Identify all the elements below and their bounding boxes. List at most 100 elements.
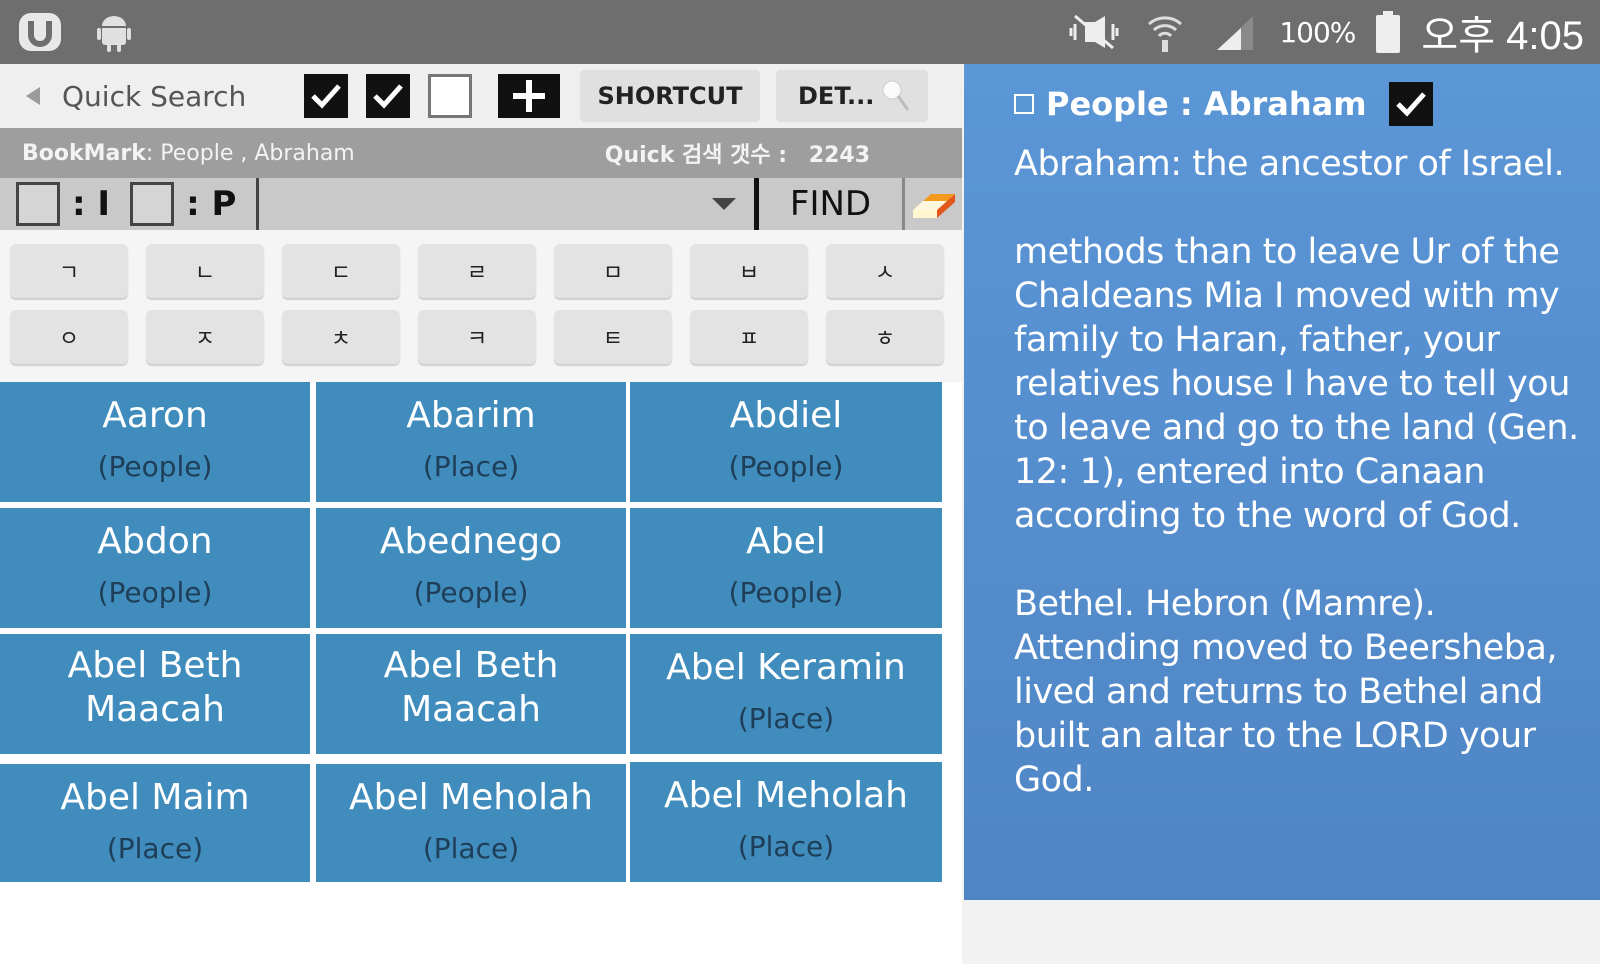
result-count: Quick 검색 갯수 : 2243 — [605, 137, 870, 169]
result-type: (People) — [97, 450, 213, 483]
result-cell[interactable]: Abarim (Place) — [316, 382, 626, 502]
result-type: (Place) — [422, 450, 520, 483]
signal-icon — [1209, 10, 1261, 54]
result-name: Abel Keramin — [666, 647, 906, 688]
result-name: Abarim — [406, 395, 536, 436]
detail-body: Abraham: the ancestor of Israel. methods… — [1014, 142, 1580, 802]
result-type: (People) — [413, 576, 529, 609]
keypad-key[interactable]: ㅊ — [282, 310, 400, 364]
battery-percent: 100% — [1279, 15, 1356, 49]
result-name: Abednego — [379, 521, 563, 562]
keypad-key[interactable]: ㅁ — [554, 244, 672, 298]
wifi-icon — [1139, 10, 1191, 54]
bookmark-label: BookMark — [22, 140, 146, 166]
search-input[interactable] — [256, 178, 754, 230]
battery-icon — [1373, 10, 1403, 54]
keypad-key[interactable]: ㅂ — [690, 244, 808, 298]
filter-row: : I : P FIND — [0, 178, 962, 230]
shortcut-button[interactable]: SHORTCUT — [580, 70, 760, 122]
detail-button-label: DET... — [798, 82, 875, 110]
keypad-key[interactable]: ㅅ — [826, 244, 944, 298]
dropdown-arrow-icon[interactable] — [712, 198, 736, 210]
filter-i-label: : I — [72, 184, 111, 224]
find-button[interactable]: FIND — [754, 178, 902, 230]
android-icon — [88, 10, 140, 54]
result-name: Abel — [746, 521, 826, 562]
add-button[interactable] — [498, 74, 560, 118]
result-name: Aaron — [102, 395, 208, 436]
result-name: Abel Meholah — [663, 775, 908, 816]
result-cell[interactable]: Abel Beth Maacah — [316, 634, 626, 754]
checkmark-icon — [311, 84, 341, 109]
keypad-key[interactable]: ㅈ — [146, 310, 264, 364]
keypad-key[interactable]: ㅇ — [10, 310, 128, 364]
detail-paragraph: Bethel. Hebron (Mamre). Attending moved … — [1014, 584, 1558, 800]
filter-p-checkbox[interactable] — [130, 182, 175, 226]
filter-p-label: : P — [186, 184, 237, 224]
detail-checkbox[interactable] — [1388, 82, 1433, 126]
result-count-label: Quick 검색 갯수 : — [604, 143, 788, 168]
option-checkbox-3[interactable] — [428, 74, 472, 118]
status-bar: 100% 오후 4:05 — [0, 0, 1600, 64]
result-type: (People) — [97, 576, 213, 609]
result-cell[interactable]: Abel Meholah (Place) — [630, 762, 942, 882]
toolbar: Quick Search SHORTCUT DET... — [0, 64, 962, 128]
eraser-button[interactable] — [902, 178, 962, 230]
keypad-key[interactable]: ㅍ — [690, 310, 808, 364]
detail-pane: People : Abraham Abraham: the ancestor o… — [964, 64, 1600, 900]
detail-paragraph: Abraham: the ancestor of Israel. — [1014, 144, 1565, 184]
result-name: Abel Meholah — [348, 777, 593, 818]
consonant-keypad: ㄱㄴㄷㄹㅁㅂㅅㅇㅈㅊㅋㅌㅍㅎ — [0, 230, 962, 382]
keypad-key[interactable]: ㄴ — [146, 244, 264, 298]
detail-square-icon — [1014, 94, 1034, 114]
result-type: (Place) — [737, 830, 835, 863]
result-cell[interactable]: Abel Beth Maacah — [0, 634, 310, 754]
detail-paragraph: methods than to leave Ur of the Chaldean… — [1014, 232, 1579, 536]
quick-search-label[interactable]: Quick Search — [62, 80, 304, 113]
clock: 오후 4:05 — [1421, 14, 1584, 58]
keypad-key[interactable]: ㅌ — [554, 310, 672, 364]
result-type: (People) — [728, 450, 844, 483]
bookmark-bar: BookMark : People , Abraham Quick 검색 갯수 … — [0, 128, 962, 178]
result-count-value: 2243 — [808, 143, 870, 168]
mute-icon — [1069, 10, 1121, 54]
result-type: (Place) — [737, 702, 835, 735]
bookmark-value[interactable]: : People , Abraham — [146, 141, 355, 166]
detail-title: People : Abraham — [1046, 85, 1367, 123]
result-name: Abdiel — [729, 395, 843, 436]
keypad-key[interactable]: ㅎ — [826, 310, 944, 364]
u-app-icon — [14, 10, 66, 54]
keypad-key[interactable]: ㄷ — [282, 244, 400, 298]
result-name: Abdon — [97, 521, 213, 562]
option-checkbox-1[interactable] — [304, 74, 348, 118]
option-checkbox-2[interactable] — [366, 74, 410, 118]
plus-icon — [513, 80, 545, 112]
result-cell[interactable]: Abel Keramin (Place) — [630, 634, 942, 754]
result-name: Abel Beth Maacah — [67, 645, 243, 730]
result-name: Abel Beth Maacah — [383, 645, 559, 730]
result-cell[interactable]: Abdon (People) — [0, 508, 310, 628]
checkmark-icon — [1395, 92, 1426, 117]
search-pane: Quick Search SHORTCUT DET... BookMark : … — [0, 64, 962, 964]
result-type: (Place) — [106, 832, 204, 865]
results-grid: Aaron (People) Abarim (Place) Abdiel (People)… — [0, 382, 962, 964]
result-type: (Place) — [422, 832, 520, 865]
eraser-icon — [912, 194, 955, 218]
result-cell[interactable]: Abel (People) — [630, 508, 942, 628]
result-cell[interactable]: Abdiel (People) — [630, 382, 942, 502]
result-type: (People) — [728, 576, 844, 609]
pin-icon — [882, 80, 910, 111]
back-arrow-icon[interactable] — [26, 87, 40, 105]
result-name: Abel Maim — [60, 777, 250, 818]
keypad-key[interactable]: ㄱ — [10, 244, 128, 298]
result-cell[interactable]: Abel Meholah (Place) — [316, 764, 626, 882]
result-cell[interactable]: Abel Maim (Place) — [0, 764, 310, 882]
checkmark-icon — [373, 84, 403, 109]
keypad-key[interactable]: ㄹ — [418, 244, 536, 298]
detail-button[interactable]: DET... — [776, 70, 928, 122]
filter-i-checkbox[interactable] — [16, 182, 60, 226]
result-cell[interactable]: Aaron (People) — [0, 382, 310, 502]
keypad-key[interactable]: ㅋ — [418, 310, 536, 364]
result-cell[interactable]: Abednego (People) — [316, 508, 626, 628]
detail-header: People : Abraham — [1014, 78, 1580, 130]
